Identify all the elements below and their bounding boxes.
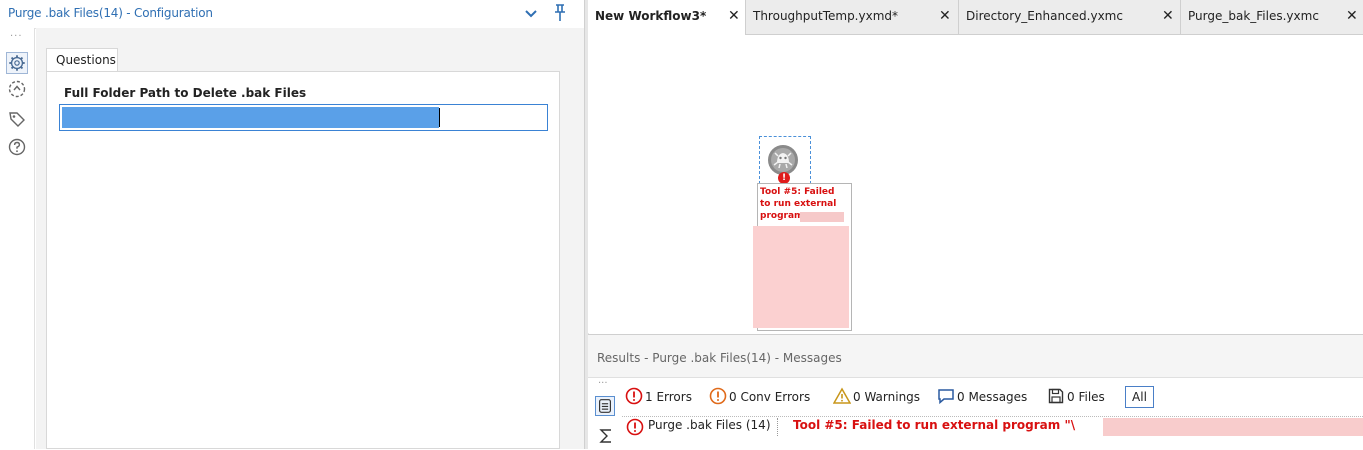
filter-conv-errors-label: 0 Conv Errors bbox=[729, 390, 811, 404]
tab-questions[interactable]: Questions bbox=[46, 48, 118, 72]
folder-path-field[interactable] bbox=[59, 104, 548, 131]
filter-files[interactable]: 0 Files bbox=[1047, 387, 1119, 407]
filter-messages-label: 0 Messages bbox=[957, 390, 1028, 404]
filter-all-button[interactable]: All bbox=[1125, 386, 1154, 408]
redacted-block bbox=[753, 226, 849, 328]
message-text: Tool #5: Failed to run external program … bbox=[793, 418, 1076, 432]
connection-progress-icon[interactable] bbox=[6, 78, 28, 100]
close-icon[interactable]: ✕ bbox=[1346, 8, 1358, 24]
close-icon[interactable]: ✕ bbox=[728, 8, 740, 24]
results-header: Results - Purge .bak Files(14) - Message… bbox=[588, 335, 1363, 378]
help-icon[interactable] bbox=[6, 136, 28, 158]
folder-path-label: Full Folder Path to Delete .bak Files bbox=[64, 86, 307, 100]
tab-purge-bak-files[interactable]: Purge_bak_Files.yxmc ✕ bbox=[1181, 0, 1363, 34]
tab-directory-enhanced[interactable]: Directory_Enhanced.yxmc ✕ bbox=[959, 0, 1181, 34]
filter-errors-label: 1 Errors bbox=[645, 390, 692, 404]
tab-label: New Workflow3* bbox=[595, 9, 707, 23]
tab-label: Purge_bak_Files.yxmc bbox=[1188, 9, 1319, 23]
filter-conv-errors[interactable]: 0 Conv Errors bbox=[709, 387, 829, 407]
gear-icon[interactable] bbox=[6, 52, 28, 74]
tab-label: ThroughputTemp.yxmd* bbox=[753, 9, 899, 23]
configuration-pane: Purge .bak Files(14) - Configuration ··· bbox=[0, 0, 584, 449]
chevron-down-icon[interactable] bbox=[522, 3, 540, 23]
filter-messages[interactable]: 0 Messages bbox=[937, 387, 1039, 407]
summary-sigma-icon[interactable] bbox=[596, 426, 616, 446]
workflow-canvas[interactable] bbox=[588, 35, 1363, 333]
redacted-text bbox=[800, 212, 844, 222]
close-icon[interactable]: ✕ bbox=[939, 8, 951, 24]
error-icon bbox=[625, 387, 643, 405]
warning-icon bbox=[833, 387, 851, 404]
conversion-error-icon bbox=[709, 387, 727, 405]
configuration-header: Purge .bak Files(14) - Configuration bbox=[0, 0, 584, 29]
redacted-text bbox=[1103, 418, 1363, 436]
tab-new-workflow3[interactable]: New Workflow3* ✕ bbox=[588, 0, 746, 35]
filter-errors[interactable]: 1 Errors bbox=[625, 387, 701, 407]
tag-icon[interactable] bbox=[6, 108, 28, 130]
tab-throughputtemp[interactable]: ThroughputTemp.yxmd* ✕ bbox=[746, 0, 959, 34]
filter-warnings[interactable]: 0 Warnings bbox=[833, 387, 931, 407]
configuration-title: Purge .bak Files(14) - Configuration bbox=[8, 6, 213, 20]
close-icon[interactable]: ✕ bbox=[1162, 8, 1174, 24]
document-tab-bar: New Workflow3* ✕ ThroughputTemp.yxmd* ✕ … bbox=[588, 0, 1363, 35]
results-title: Results - Purge .bak Files(14) - Message… bbox=[597, 351, 842, 365]
message-tool-name[interactable]: Purge .bak Files (14) bbox=[648, 418, 778, 436]
error-icon bbox=[626, 418, 644, 436]
tab-questions-label: Questions bbox=[56, 53, 116, 67]
message-icon bbox=[938, 389, 954, 405]
overflow-dots-icon: ··· bbox=[10, 31, 23, 42]
overflow-dots-icon: ··· bbox=[598, 378, 608, 389]
tab-label: Directory_Enhanced.yxmc bbox=[966, 9, 1123, 23]
filter-files-label: 0 Files bbox=[1067, 390, 1105, 404]
save-file-icon bbox=[1048, 388, 1064, 404]
messages-list-icon[interactable] bbox=[595, 396, 615, 416]
folder-path-input[interactable] bbox=[60, 105, 547, 130]
filter-warnings-label: 0 Warnings bbox=[853, 390, 921, 404]
pin-icon[interactable] bbox=[550, 2, 570, 24]
